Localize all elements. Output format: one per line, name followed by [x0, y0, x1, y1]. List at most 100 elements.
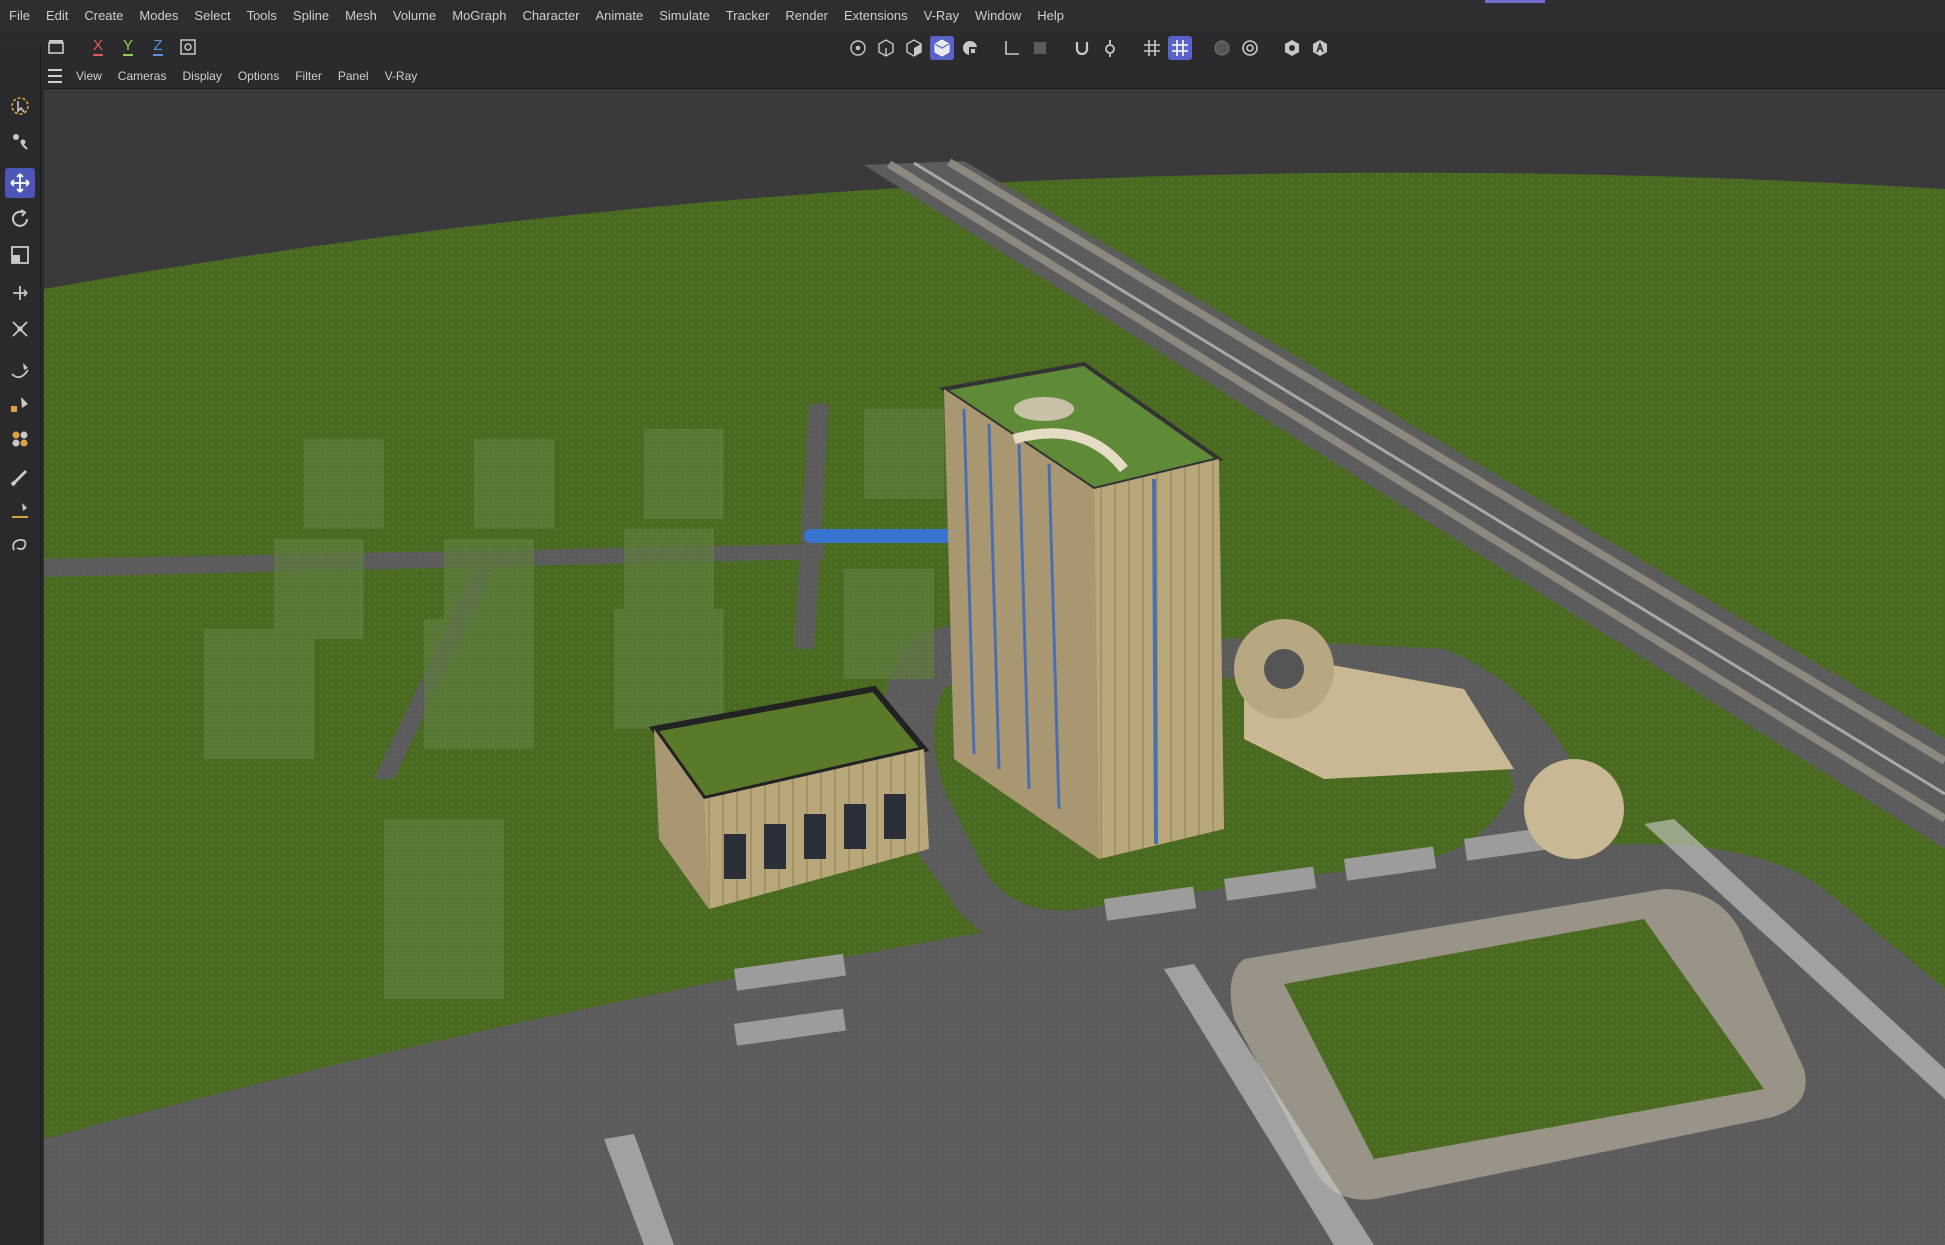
- lock-x-axis-button[interactable]: X: [86, 35, 110, 59]
- edges-mode-button[interactable]: [874, 36, 898, 60]
- render-settings-button[interactable]: [1238, 36, 1262, 60]
- viewport-menu-options[interactable]: Options: [230, 69, 287, 83]
- grid-button[interactable]: [1140, 36, 1164, 60]
- render-settings-icon: [1242, 40, 1258, 56]
- menu-file[interactable]: File: [0, 0, 38, 32]
- transform-icon: [12, 321, 28, 337]
- menu-volume[interactable]: Volume: [385, 0, 444, 32]
- transform-button[interactable]: [5, 314, 35, 344]
- menu-window[interactable]: Window: [967, 0, 1029, 32]
- menu-help[interactable]: Help: [1029, 0, 1072, 32]
- vray-button[interactable]: [1308, 36, 1332, 60]
- points-mode-button[interactable]: [846, 36, 870, 60]
- snap-settings-button[interactable]: [1098, 36, 1122, 60]
- menu-tracker[interactable]: Tracker: [718, 0, 778, 32]
- snap-magnet-icon: [1075, 42, 1089, 56]
- menu-edit[interactable]: Edit: [38, 0, 76, 32]
- model-mode-icon: [934, 39, 950, 57]
- polygons-mode-button[interactable]: [902, 36, 926, 60]
- texture-mode-icon: [963, 41, 977, 55]
- workplane-icon: [1034, 42, 1046, 54]
- axis-toolbar: X Y Z: [44, 32, 200, 62]
- menu-simulate[interactable]: Simulate: [651, 0, 718, 32]
- polygons-mode-icon: [906, 39, 922, 57]
- coordinate-system-button[interactable]: [176, 35, 200, 59]
- spline-pen-button[interactable]: [5, 356, 35, 386]
- live-selection-icon: [11, 97, 29, 115]
- rotate-icon: [12, 209, 28, 227]
- move-axis-icon: [13, 286, 28, 300]
- texture-mode-button[interactable]: [958, 36, 982, 60]
- menu-create[interactable]: Create: [76, 0, 131, 32]
- brush-icon: [10, 469, 28, 487]
- viewport-menu-bar: View Cameras Display Options Filter Pane…: [44, 65, 425, 87]
- paint-button[interactable]: [5, 390, 35, 420]
- viewport-solo-icon: [1285, 40, 1299, 56]
- scene-render: [44, 89, 1945, 1245]
- menu-extensions[interactable]: Extensions: [836, 0, 916, 32]
- workplane-button[interactable]: [1028, 36, 1052, 60]
- lock-y-axis-button[interactable]: Y: [116, 35, 140, 59]
- z-axis-label: Z: [153, 37, 163, 56]
- scale-select-button[interactable]: [5, 126, 35, 156]
- sculpt-button[interactable]: [5, 424, 35, 454]
- points-mode-icon: [850, 40, 866, 56]
- viewport-menu-icon[interactable]: [48, 69, 62, 83]
- axis-mode-icon: [1005, 41, 1019, 55]
- y-axis-label: Y: [122, 37, 133, 56]
- undo-view-button[interactable]: [44, 35, 68, 59]
- viewport-frame-icon: [48, 40, 64, 54]
- menu-spline[interactable]: Spline: [285, 0, 337, 32]
- axis-mode-button[interactable]: [1000, 36, 1024, 60]
- layout-accent-bar: [1485, 0, 1545, 3]
- scale-select-icon: [13, 134, 28, 150]
- snap-button[interactable]: [1070, 36, 1094, 60]
- vray-icon: [1313, 40, 1327, 56]
- mode-toolbar: [846, 32, 1332, 64]
- menu-bar: File Edit Create Modes Select Tools Spli…: [0, 0, 1945, 32]
- viewport-menu-panel[interactable]: Panel: [330, 69, 377, 83]
- spline-pen-icon: [11, 363, 29, 379]
- knife-button[interactable]: [5, 496, 35, 526]
- lock-z-axis-button[interactable]: Z: [146, 35, 170, 59]
- snap-settings-icon: [1105, 40, 1115, 57]
- menu-modes[interactable]: Modes: [131, 0, 186, 32]
- menu-mograph[interactable]: MoGraph: [444, 0, 514, 32]
- edges-mode-icon: [878, 39, 894, 57]
- paint-icon: [11, 397, 28, 412]
- scale-icon: [11, 246, 29, 264]
- viewport-menu-display[interactable]: Display: [174, 69, 229, 83]
- lasso-button[interactable]: [5, 530, 35, 560]
- model-mode-button[interactable]: [930, 36, 954, 60]
- viewport-menu-filter[interactable]: Filter: [287, 69, 330, 83]
- menu-render[interactable]: Render: [777, 0, 836, 32]
- scale-tool-button[interactable]: [5, 240, 35, 270]
- move-axis-button[interactable]: [5, 278, 35, 308]
- viewport-menu-view[interactable]: View: [68, 69, 110, 83]
- menu-tools[interactable]: Tools: [239, 0, 285, 32]
- lasso-icon: [12, 538, 27, 551]
- move-icon: [10, 173, 30, 193]
- menu-animate[interactable]: Animate: [588, 0, 652, 32]
- coordinate-system-icon: [180, 39, 196, 55]
- viewport-menu-cameras[interactable]: Cameras: [110, 69, 175, 83]
- viewport-menu-vray[interactable]: V-Ray: [377, 69, 426, 83]
- move-tool-button[interactable]: [5, 168, 35, 198]
- x-axis-label: X: [92, 37, 103, 56]
- brush-button[interactable]: [5, 462, 35, 492]
- sculpt-icon: [12, 431, 28, 447]
- menu-mesh[interactable]: Mesh: [337, 0, 385, 32]
- menu-vray[interactable]: V-Ray: [916, 0, 967, 32]
- viewport-solo-button[interactable]: [1280, 36, 1304, 60]
- live-selection-button[interactable]: [5, 91, 35, 121]
- grid-snap-button[interactable]: [1168, 36, 1192, 60]
- menu-select[interactable]: Select: [186, 0, 238, 32]
- menu-character[interactable]: Character: [514, 0, 587, 32]
- 3d-viewport[interactable]: [44, 88, 1945, 1245]
- tool-palette: [0, 44, 41, 1244]
- grid-snap-icon: [1172, 40, 1188, 56]
- grid-icon: [1144, 40, 1160, 56]
- rotate-tool-button[interactable]: [5, 204, 35, 234]
- render-view-button[interactable]: [1210, 36, 1234, 60]
- render-view-icon: [1214, 40, 1230, 56]
